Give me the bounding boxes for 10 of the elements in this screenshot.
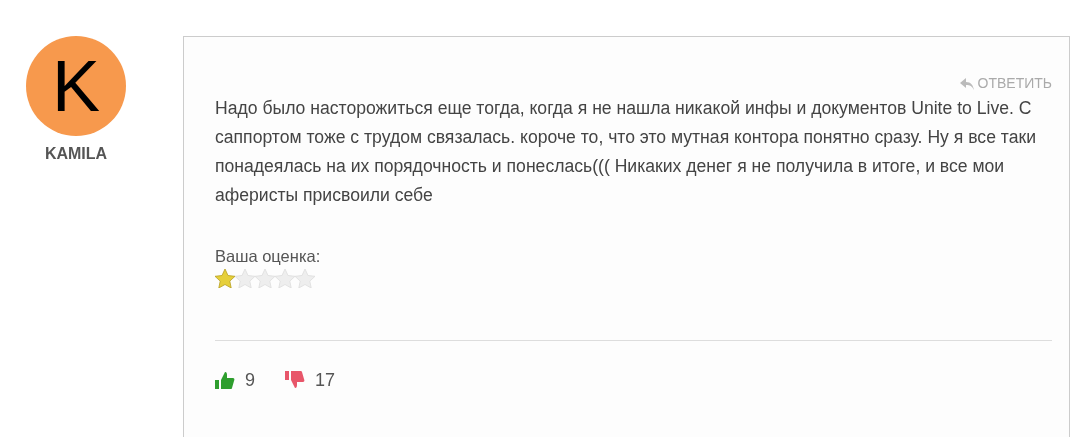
- like-button[interactable]: 9: [215, 366, 255, 394]
- comment-text: Надо было насторожиться еще тогда, когда я не нашла никакой инфы и документов Unite to Live. С саппортом тоже с трудом связалась. короче то, что это мутная контора понятно сразу. Ну я все таки понадеялась на их порядочность и понеслась((( Никаких денег я не получила в итоге, и все мои аферисты присвоили себе: [215, 97, 1037, 207]
- rating-label: Ваша оценка:: [215, 246, 322, 267]
- filled-star-icon[interactable]: [215, 268, 235, 288]
- thumbs-down-icon: [285, 370, 305, 391]
- thumbs-up-icon: [215, 370, 235, 391]
- dislike-button[interactable]: 17: [285, 366, 336, 394]
- avatar: K: [26, 36, 126, 136]
- reply-icon: [959, 77, 974, 90]
- author-name: KAMILA: [44, 144, 108, 164]
